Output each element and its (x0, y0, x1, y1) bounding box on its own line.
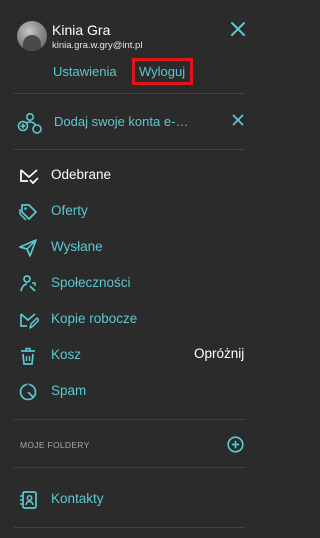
draft-icon (20, 313, 39, 329)
nav-item-label: Kosz (51, 347, 82, 362)
account-name: Kinia Gra (52, 22, 111, 38)
nav-item-inbox[interactable]: Odebrane (0, 157, 267, 193)
nav-item-offers[interactable]: Oferty (0, 193, 267, 229)
close-icon[interactable] (232, 114, 244, 126)
nav-item-label: Spam (51, 383, 87, 398)
nav-item-sent[interactable]: Wysłane (0, 229, 267, 265)
divider (14, 467, 245, 468)
folders-section-title: MOJE FOLDERY (20, 440, 90, 450)
inbox-icon (20, 169, 39, 185)
divider (14, 419, 245, 420)
nav-item-label: Oferty (51, 203, 88, 218)
avatar (17, 21, 47, 51)
nav-item-drafts[interactable]: Kopie robocze (0, 301, 267, 337)
nav-item-label: Społeczności (51, 275, 131, 290)
contacts-icon (20, 491, 37, 509)
add-account-icon (17, 112, 42, 134)
nav-item-label: Kontakty (51, 491, 104, 506)
account-email: kinia.gra.w.gry@int.pl (52, 40, 143, 51)
divider (14, 149, 245, 150)
empty-trash-button[interactable]: Opróżnij (194, 346, 244, 361)
close-icon[interactable] (229, 20, 247, 38)
nav-item-label: Odebrane (51, 167, 112, 182)
add-account-link[interactable]: Dodaj swoje konta e-… (54, 114, 188, 129)
nav-item-spam[interactable]: Spam (0, 373, 267, 409)
divider (14, 527, 245, 528)
send-icon (19, 239, 37, 257)
nav-item-contacts[interactable]: Kontakty (0, 481, 267, 517)
trash-icon (21, 347, 35, 365)
plus-circle-icon[interactable] (227, 436, 244, 453)
spam-icon (19, 383, 37, 401)
people-icon (20, 275, 36, 292)
nav-item-label: Wysłane (51, 239, 103, 254)
tag-icon (19, 204, 37, 221)
divider (14, 93, 245, 94)
nav-item-label: Kopie robocze (51, 311, 138, 326)
nav-item-social[interactable]: Społeczności (0, 265, 267, 301)
logout-link[interactable]: Wyloguj (139, 64, 185, 79)
settings-link[interactable]: Ustawienia (53, 64, 117, 79)
